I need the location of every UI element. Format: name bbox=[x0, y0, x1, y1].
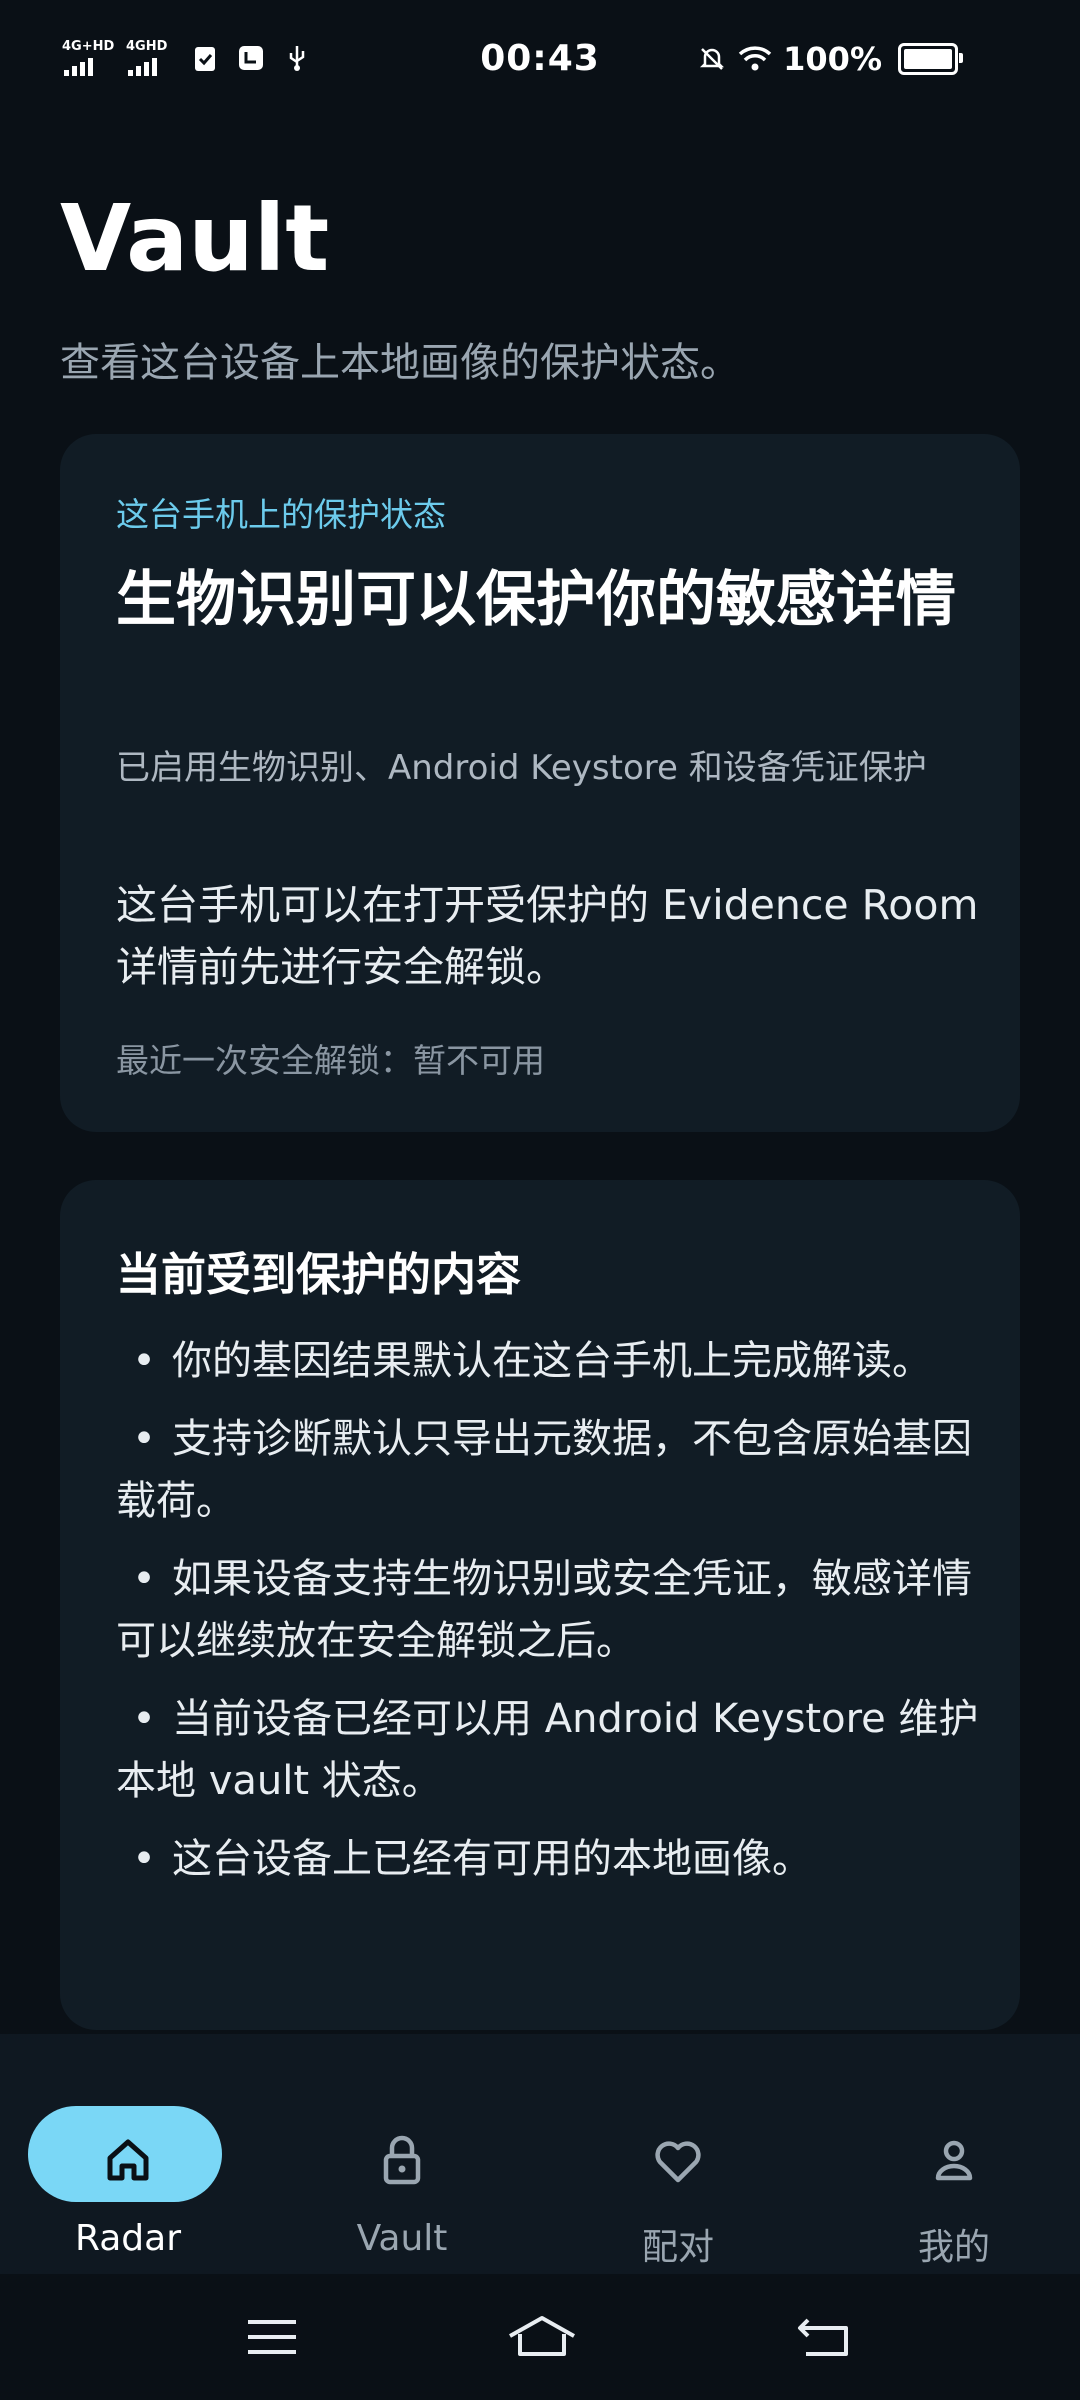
list-item-text: 你的基因结果默认在这台手机上完成解读。 bbox=[172, 1338, 932, 1384]
list-item: • 当前设备已经可以用 Android Keystore 维护本地 vault 状… bbox=[116, 1688, 986, 1812]
protected-content-title: 当前受到保护的内容 bbox=[116, 1248, 522, 1301]
nav-item-vault[interactable]: Vault bbox=[302, 2070, 502, 2259]
list-item-text: 如果设备支持生物识别或安全凭证，敏感详情可以继续放在安全解锁之后。 bbox=[116, 1556, 972, 1664]
person-icon bbox=[935, 2140, 973, 2181]
wifi-icon bbox=[738, 46, 772, 71]
bullet-dot: • bbox=[132, 1696, 156, 1742]
status-headline: 生物识别可以保护你的敏感详情 bbox=[116, 565, 956, 635]
system-navigation-bar bbox=[0, 2274, 1080, 2400]
list-item-text: 支持诊断默认只导出元数据，不包含原始基因载荷。 bbox=[116, 1416, 972, 1524]
bullet-dot: • bbox=[132, 1556, 156, 1602]
protected-content-list: • 你的基因结果默认在这台手机上完成解读。 • 支持诊断默认只导出元数据，不包含原始… bbox=[116, 1330, 986, 1906]
battery-icon bbox=[898, 43, 963, 75]
lock-icon bbox=[383, 2135, 421, 2185]
list-item: • 支持诊断默认只导出元数据，不包含原始基因载荷。 bbox=[116, 1408, 986, 1532]
list-item: • 如果设备支持生物识别或安全凭证，敏感详情可以继续放在安全解锁之后。 bbox=[116, 1548, 986, 1672]
back-icon[interactable] bbox=[794, 2312, 854, 2362]
bullet-dot: • bbox=[132, 1416, 156, 1462]
bottom-navigation: Radar Vault 配对 我的 bbox=[0, 2034, 1080, 2274]
home-outline-icon[interactable] bbox=[506, 2312, 578, 2362]
status-body: 这台手机可以在打开受保护的 Evidence Room 详情前先进行安全解锁。 bbox=[116, 881, 979, 991]
bullet-dot: • bbox=[132, 1338, 156, 1384]
status-right-icons: 100% bbox=[697, 40, 963, 78]
status-detail: 已启用生物识别、Android Keystore 和设备凭证保护 bbox=[116, 748, 927, 788]
status-eyebrow: 这台手机上的保护状态 bbox=[116, 495, 446, 534]
home-icon bbox=[107, 2139, 149, 2181]
bullet-dot: • bbox=[132, 1836, 156, 1882]
nav-label-radar: Radar bbox=[75, 2218, 181, 2259]
list-item-text: 这台设备上已经有可用的本地画像。 bbox=[172, 1836, 812, 1882]
list-item: • 你的基因结果默认在这台手机上完成解读。 bbox=[116, 1330, 986, 1392]
list-item-text: 当前设备已经可以用 Android Keystore 维护本地 vault 状态… bbox=[116, 1696, 979, 1804]
nav-label-vault: Vault bbox=[356, 2218, 448, 2259]
nav-label-me: 我的 bbox=[917, 2227, 990, 2268]
menu-icon[interactable] bbox=[242, 2312, 302, 2362]
mute-bell-icon bbox=[700, 48, 725, 70]
battery-percent: 100% bbox=[783, 40, 882, 78]
list-item: • 这台设备上已经有可用的本地画像。 bbox=[116, 1828, 986, 1890]
nav-item-radar[interactable]: Radar bbox=[28, 2070, 228, 2259]
nav-item-me[interactable]: 我的 bbox=[854, 2070, 1054, 2268]
nav-label-match: 配对 bbox=[641, 2227, 714, 2268]
page-title: Vault bbox=[60, 185, 330, 292]
last-unlock-text: 最近一次安全解锁：暂不可用 bbox=[116, 1041, 545, 1080]
page-subtitle: 查看这台设备上本地画像的保护状态。 bbox=[60, 340, 740, 386]
protection-status-card: 这台手机上的保护状态 生物识别可以保护你的敏感详情 已启用生物识别、Androi… bbox=[60, 434, 1020, 1132]
heart-icon bbox=[655, 2141, 701, 2183]
status-bar: 4G+HD 4GHD 00:43 100% bbox=[0, 0, 1080, 124]
nav-item-match[interactable]: 配对 bbox=[578, 2070, 778, 2268]
protected-content-card: 当前受到保护的内容 • 你的基因结果默认在这台手机上完成解读。 • 支持诊断默认只导… bbox=[60, 1180, 1020, 2030]
